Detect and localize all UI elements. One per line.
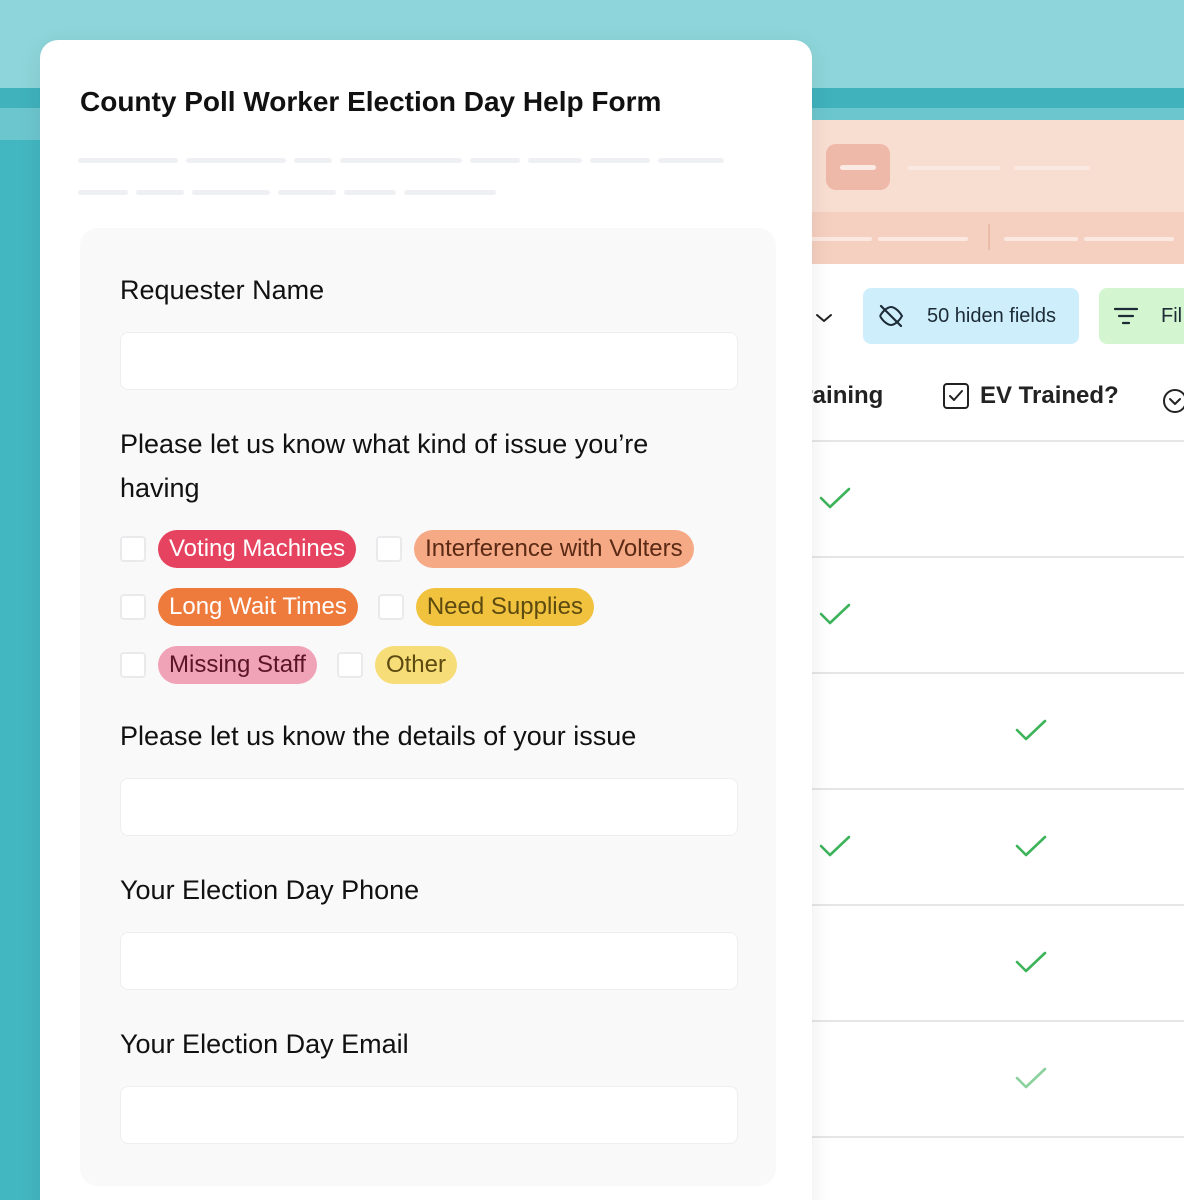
table-row-divider (760, 672, 1184, 674)
hidden-fields-button[interactable]: 50 hiden fields (863, 288, 1079, 344)
tab-placeholder[interactable] (878, 237, 968, 241)
description-placeholder (658, 158, 724, 163)
checkbox-field-icon (943, 383, 969, 409)
eye-off-icon (879, 304, 904, 328)
option-pill: Other (374, 646, 457, 684)
option-long-wait-times[interactable]: Long Wait Times (120, 588, 358, 626)
issue-options-row: Missing Staff Other (120, 646, 457, 684)
checkbox[interactable] (376, 536, 403, 562)
column-header-ev-trained[interactable]: EV Trained? (942, 382, 1119, 410)
description-placeholder (136, 190, 184, 195)
header-placeholder (908, 166, 1000, 170)
option-need-supplies[interactable]: Need Supplies (377, 588, 594, 626)
chevron-down-icon[interactable] (812, 306, 836, 330)
column-label: EV Trained? (980, 382, 1119, 409)
checkmark-icon (1015, 719, 1047, 741)
option-interference-with-volters[interactable]: Interference with Volters (376, 530, 694, 568)
phone-label: Your Election Day Phone (120, 875, 420, 905)
requester-name-label: Requester Name (120, 275, 325, 305)
email-input[interactable] (120, 1086, 738, 1144)
description-placeholder (278, 190, 336, 195)
description-placeholder (78, 158, 178, 163)
option-voting-machines[interactable]: Voting Machines (120, 530, 357, 568)
form-body: Requester Name Please let us know what k… (80, 228, 776, 1186)
option-missing-staff[interactable]: Missing Staff (120, 646, 317, 684)
filter-label: Fil (1161, 304, 1183, 327)
option-pill: Missing Staff (158, 646, 317, 684)
description-placeholder (340, 158, 462, 163)
table-app-window: 50 hiden fields Fil Training EV Trained? (760, 120, 1184, 1200)
description-placeholder (192, 190, 270, 195)
checkbox[interactable] (336, 652, 363, 678)
tab-placeholder[interactable] (1004, 237, 1078, 241)
checkmark-icon (1015, 951, 1047, 973)
phone-input[interactable] (120, 932, 738, 990)
checkmark-icon (1015, 835, 1047, 857)
menu-button[interactable] (826, 144, 890, 190)
checkmark-icon (819, 487, 851, 509)
checkmark-icon (819, 603, 851, 625)
form-card: County Poll Worker Election Day Help For… (40, 40, 812, 1200)
header-placeholder (1014, 166, 1090, 170)
email-label: Your Election Day Email (120, 1029, 409, 1059)
description-placeholder (344, 190, 396, 195)
description-placeholder (470, 158, 520, 163)
option-pill: Voting Machines (158, 530, 357, 568)
requester-name-input[interactable] (120, 332, 738, 390)
description-placeholder (294, 158, 332, 163)
toolbar-divider (988, 224, 990, 250)
option-pill: Long Wait Times (158, 588, 358, 626)
table-row-divider (760, 556, 1184, 558)
checkmark-icon (1015, 1067, 1047, 1089)
issue-details-input[interactable] (120, 778, 738, 836)
table-row-divider (760, 904, 1184, 906)
circle-chevron-icon[interactable] (1162, 388, 1184, 414)
filter-icon (1113, 307, 1139, 325)
table-row-divider (760, 1136, 1184, 1138)
menu-icon (840, 164, 876, 170)
table-row-divider (760, 1020, 1184, 1022)
checkmark-icon (819, 835, 851, 857)
option-other[interactable]: Other (336, 646, 457, 684)
table-row-divider (760, 440, 1184, 442)
description-placeholder (186, 158, 286, 163)
form-title: County Poll Worker Election Day Help For… (80, 86, 662, 117)
description-placeholder (78, 190, 128, 195)
issue-details-label: Please let us know the details of your i… (120, 721, 637, 751)
description-placeholder (590, 158, 650, 163)
issue-options-row: Voting Machines Interference with Volter… (120, 530, 694, 568)
filter-button[interactable]: Fil (1099, 288, 1184, 344)
checkbox[interactable] (120, 536, 146, 562)
description-placeholder (404, 190, 496, 195)
checkbox[interactable] (120, 594, 146, 620)
issue-type-label: Please let us know what kind of issue yo… (120, 429, 649, 503)
hidden-fields-label: 50 hiden fields (927, 304, 1056, 327)
checkbox[interactable] (120, 652, 146, 678)
table-row-divider (760, 788, 1184, 790)
option-pill: Interference with Volters (414, 530, 694, 568)
issue-options-row: Long Wait Times Need Supplies (120, 588, 594, 626)
tab-placeholder[interactable] (1084, 237, 1174, 241)
option-pill: Need Supplies (415, 588, 594, 626)
description-placeholder (528, 158, 582, 163)
checkbox[interactable] (377, 594, 404, 620)
